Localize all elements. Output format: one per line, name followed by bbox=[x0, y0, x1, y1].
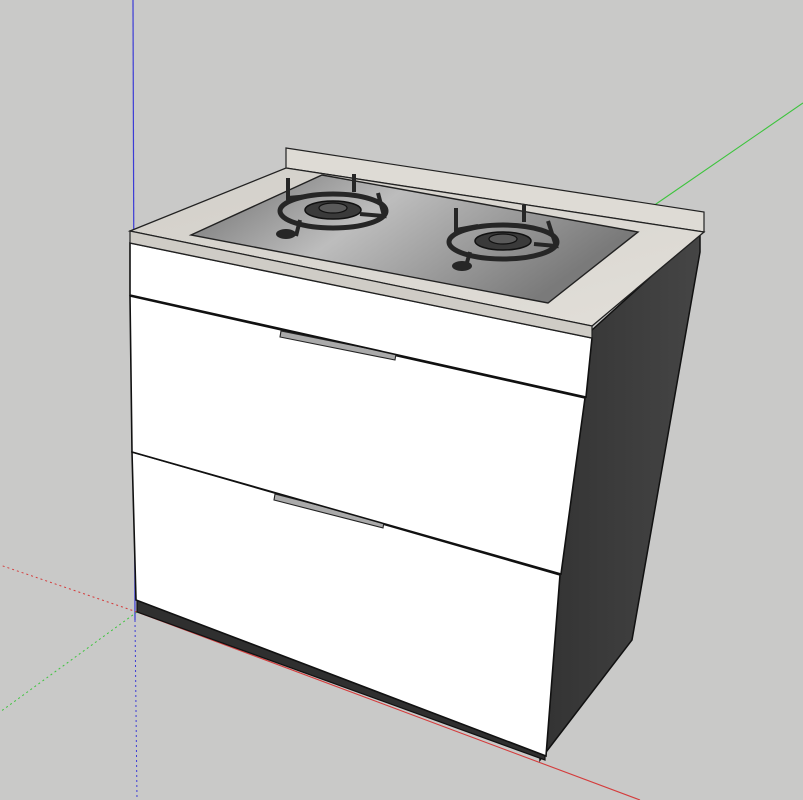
green-axis-dotted bbox=[0, 611, 138, 713]
modeling-viewport[interactable] bbox=[0, 0, 803, 800]
left-burner-knob[interactable] bbox=[276, 229, 296, 239]
left-burner-center bbox=[318, 202, 348, 214]
red-axis-dotted bbox=[0, 564, 138, 613]
green-axis-solid bbox=[639, 102, 803, 216]
blue-axis-dotted bbox=[134, 619, 138, 800]
model-scene[interactable] bbox=[0, 0, 803, 800]
right-burner-knob[interactable] bbox=[452, 261, 472, 271]
right-burner-center bbox=[488, 233, 518, 245]
